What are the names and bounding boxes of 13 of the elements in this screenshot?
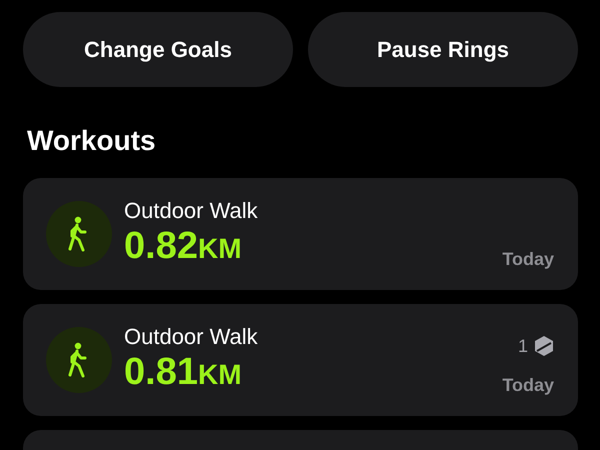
- workout-distance: 0.82KM: [124, 224, 243, 268]
- hexagon-icon: [534, 335, 554, 357]
- workout-card[interactable]: Outdoor Walk 0.81KM 1 Today: [23, 304, 578, 416]
- award-count: 1: [518, 336, 528, 356]
- pill-button[interactable]: Pause Rings: [308, 12, 578, 87]
- section-title: Workouts: [27, 125, 157, 157]
- pill-button[interactable]: Change Goals: [23, 12, 293, 87]
- workout-distance: 0.81KM: [124, 350, 243, 394]
- workout-date: Today: [502, 375, 554, 396]
- workout-name: Outdoor Walk: [124, 198, 259, 224]
- workout-date: Today: [502, 249, 554, 270]
- workout-name: Outdoor Walk: [124, 324, 259, 350]
- workout-card[interactable]: Outdoor Walk 0.82KM Today: [23, 178, 578, 290]
